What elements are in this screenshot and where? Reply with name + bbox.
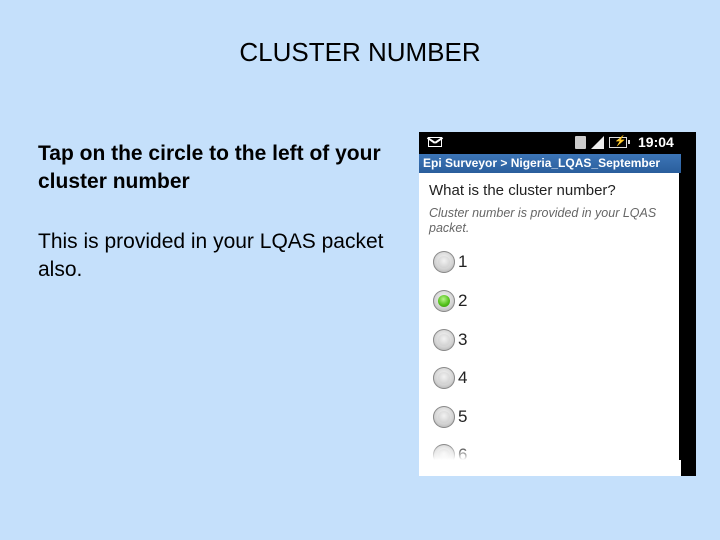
app-header: Epi Surveyor > Nigeria_LQAS_September	[419, 154, 681, 173]
option-label: 5	[458, 407, 468, 426]
option-3[interactable]: 3	[433, 329, 633, 355]
scrollbar[interactable]	[681, 154, 696, 476]
form-content: What is the cluster number? Cluster numb…	[419, 173, 679, 460]
sim-icon	[575, 136, 586, 149]
option-label: 2	[458, 291, 468, 310]
radio-button-selected[interactable]	[433, 290, 455, 312]
option-label: 4	[458, 368, 468, 387]
mail-icon	[428, 137, 442, 147]
radio-button[interactable]	[433, 367, 455, 389]
option-label: 1	[458, 252, 468, 271]
status-time: 19:04	[638, 134, 674, 150]
option-1[interactable]: 1	[433, 251, 633, 277]
question-label: What is the cluster number?	[429, 182, 616, 199]
radio-button[interactable]	[433, 406, 455, 428]
radio-button[interactable]	[433, 329, 455, 351]
note-text: This is provided in your LQAS packet als…	[38, 230, 384, 281]
signal-icon	[591, 136, 604, 149]
bottom-strip	[419, 460, 681, 476]
option-2[interactable]: 2	[433, 290, 633, 316]
question-hint: Cluster number is provided in your LQAS …	[429, 206, 657, 235]
battery-charging-icon: ⚡	[609, 136, 630, 148]
option-label: 3	[458, 330, 468, 349]
option-4[interactable]: 4	[433, 367, 633, 393]
instruction-text: Tap on the circle to the left of your cl…	[38, 142, 381, 193]
scroll-fade	[419, 445, 679, 460]
radio-button[interactable]	[433, 251, 455, 273]
option-5[interactable]: 5	[433, 406, 633, 432]
status-bar: ⚡ 19:04	[419, 132, 696, 154]
phone-screenshot: ⚡ 19:04 Epi Surveyor > Nigeria_LQAS_Sept…	[419, 132, 696, 476]
slide-title: CLUSTER NUMBER	[239, 37, 481, 67]
